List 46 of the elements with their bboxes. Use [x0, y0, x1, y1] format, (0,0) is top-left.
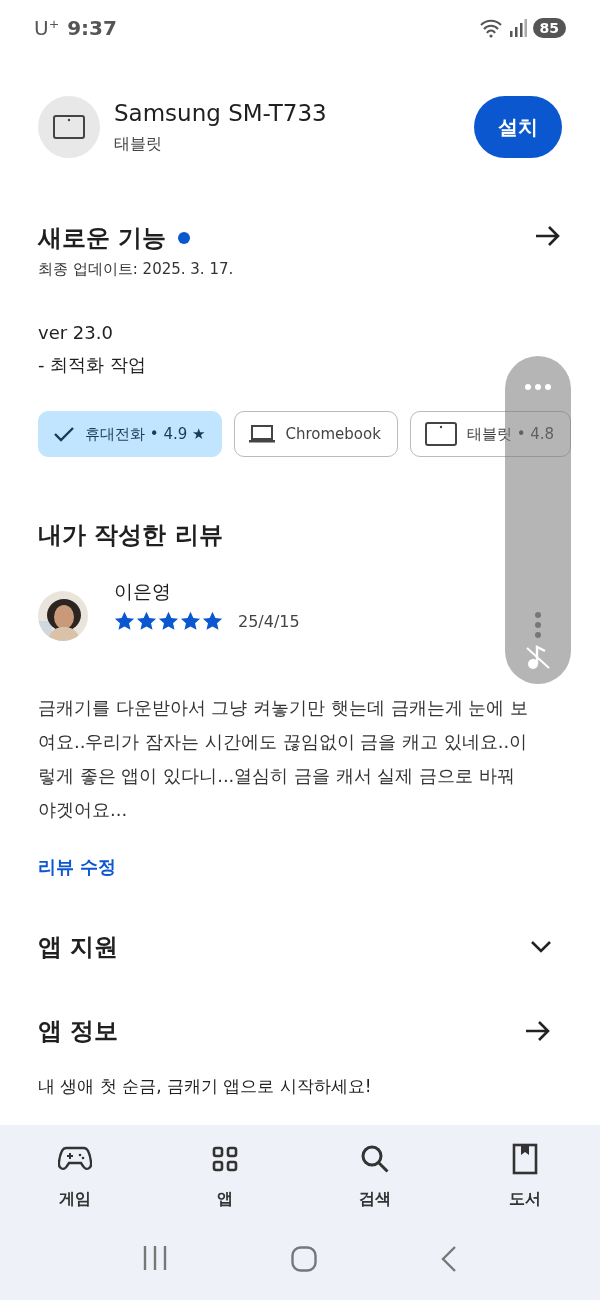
wifi-icon — [478, 18, 503, 38]
nav-tab-label[interactable]: 검색 — [359, 1189, 391, 1210]
recent-apps-icon[interactable] — [141, 1246, 168, 1270]
book-icon[interactable] — [512, 1143, 538, 1175]
device-name: Samsung SM-T733 — [114, 99, 327, 126]
version-label: ver 23.0 — [38, 321, 114, 345]
gamepad-icon[interactable] — [58, 1146, 92, 1172]
tablet-icon — [424, 422, 457, 446]
carrier-label: U⁺ — [34, 16, 60, 40]
install-button[interactable]: 설치 — [474, 96, 562, 158]
review-date: 25/4/15 — [238, 611, 300, 631]
star-icon — [114, 611, 135, 631]
section-title: 앱 정보 — [38, 1016, 119, 1047]
star-icon — [158, 611, 179, 631]
star-icon — [136, 611, 157, 631]
release-notes: - 최적화 작업 — [38, 353, 147, 377]
laptop-icon — [249, 425, 276, 443]
device-filter-chip[interactable]: Chromebook — [234, 411, 398, 457]
star-icon — [202, 611, 223, 631]
nav-tab-label[interactable]: 도서 — [509, 1189, 541, 1210]
nav-tab-label[interactable]: 앱 — [217, 1189, 233, 1210]
chevron-down-icon[interactable] — [530, 940, 552, 954]
signal-icon — [508, 19, 527, 37]
device-type: 태블릿 — [114, 133, 163, 155]
check-icon — [53, 426, 75, 442]
app-description: 내 생애 첫 순금, 금캐기 앱으로 시작하세요! — [38, 1075, 373, 1098]
section-title: 내가 작성한 리뷰 — [37, 520, 224, 551]
arrow-right-icon[interactable] — [524, 1019, 552, 1043]
tablet-icon — [53, 115, 85, 139]
arrow-right-icon[interactable] — [534, 224, 562, 248]
section-title: 앱 지원 — [38, 932, 119, 963]
search-icon[interactable] — [360, 1144, 390, 1174]
review-text: 금캐기를 다운받아서 그냥 켜놓기만 햇는데 금캐는게 눈에 보여요..우리가 잠자는 시간에도 끊임없이 금을 캐고 있네요..이렇게 좋은 앱이 있다니...열심히 금을 캐서 실제 금으로 바꿔야겟어요... — [37, 696, 530, 822]
drag-handle-icon[interactable] — [535, 612, 541, 638]
device-filter-chip[interactable]: 휴대전화 • 4.9 ★ — [38, 411, 223, 457]
apps-grid-icon[interactable] — [212, 1146, 238, 1172]
star-icon — [180, 611, 201, 631]
reviewer-name: 이은영 — [114, 579, 172, 604]
section-title: 새로운 기능 — [38, 223, 167, 254]
battery-level: 85 — [532, 18, 566, 38]
update-date: 최종 업데이트: 2025. 3. 17. — [37, 259, 235, 279]
back-icon[interactable] — [440, 1246, 459, 1272]
clock: 9:37 — [67, 16, 117, 40]
home-icon[interactable] — [291, 1246, 317, 1272]
nav-tab-label[interactable]: 게임 — [59, 1189, 91, 1210]
edit-review-link[interactable]: 리뷰 수정 — [38, 855, 117, 879]
